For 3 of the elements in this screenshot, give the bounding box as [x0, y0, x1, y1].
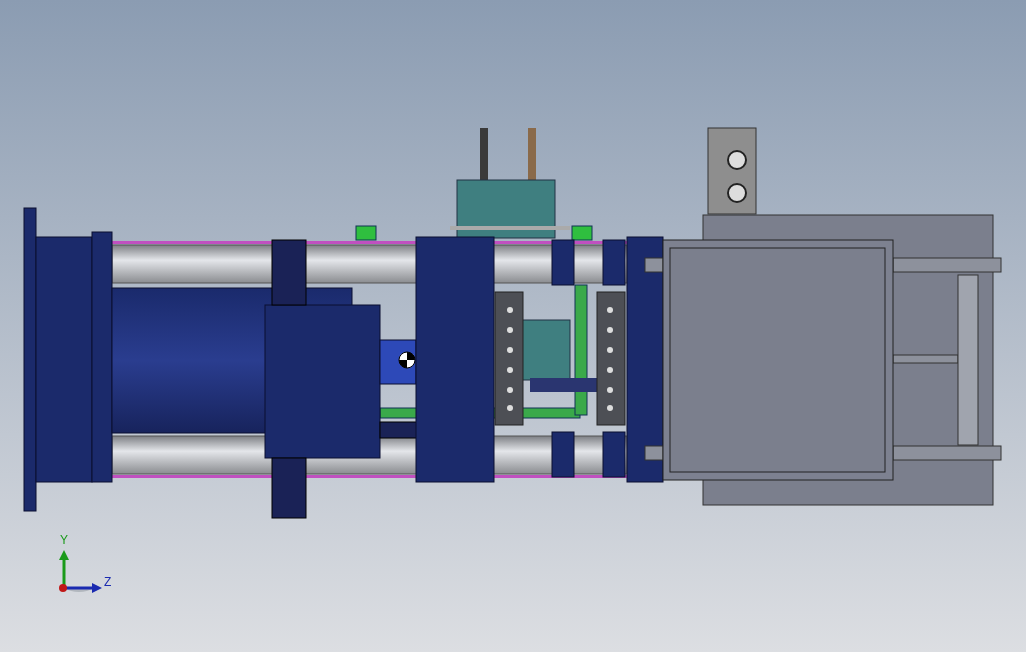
axis-label: Y	[60, 533, 68, 547]
coordinate-triad-icon	[59, 550, 102, 593]
axis-label: Z	[104, 575, 112, 589]
